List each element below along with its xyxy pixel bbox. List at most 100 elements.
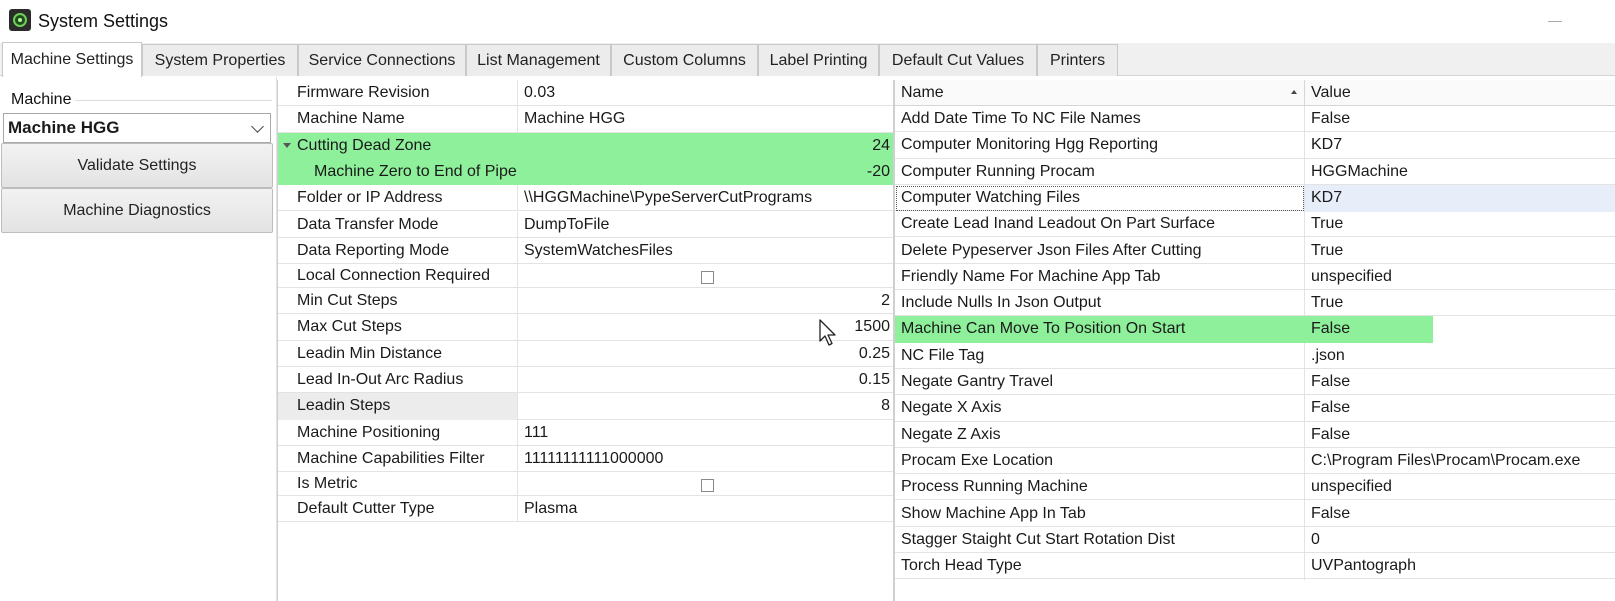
property-row[interactable]: Max Cut Steps 1500 — [278, 314, 894, 341]
property-value[interactable]: 24 — [518, 132, 894, 159]
machine-dropdown[interactable]: Machine HGG — [3, 113, 271, 143]
setting-value[interactable]: KD7 — [1305, 132, 1615, 159]
property-row[interactable]: Leadin Steps 8 — [278, 393, 894, 420]
tab-label-printing[interactable]: Label Printing — [758, 44, 879, 76]
property-name-label: Lead In-Out Arc Radius — [297, 371, 464, 388]
machine-diagnostics-button[interactable]: Machine Diagnostics — [1, 188, 273, 233]
property-name: Max Cut Steps — [278, 314, 518, 341]
property-row[interactable]: Machine Capabilities Filter 1111111111100… — [278, 445, 894, 473]
setting-value[interactable]: False — [1305, 369, 1615, 396]
property-value[interactable]: DumpToFile — [518, 212, 894, 238]
setting-value[interactable]: KD7 — [1305, 184, 1615, 212]
setting-value[interactable]: False — [1305, 501, 1615, 528]
setting-row[interactable]: Negate X Axis False — [895, 395, 1615, 423]
setting-value[interactable]: True — [1305, 238, 1615, 265]
setting-value[interactable]: C:\Program Files\Procam\Procam.exe — [1305, 448, 1615, 475]
property-row[interactable]: Cutting Dead Zone 24 — [278, 132, 894, 159]
setting-value[interactable]: False — [1305, 316, 1615, 344]
setting-row[interactable]: Friendly Name For Machine App Tab unspeci… — [895, 263, 1615, 291]
property-value[interactable]: 8 — [518, 393, 894, 419]
property-value[interactable]: \\HGGMachine\PypeServerCutPrograms — [518, 185, 894, 211]
setting-value[interactable]: True — [1305, 290, 1615, 317]
setting-row[interactable]: Delete Pypeserver Json Files After Cutti… — [895, 237, 1615, 265]
setting-row[interactable]: Computer Running Procam HGGMachine — [895, 158, 1615, 186]
property-row[interactable]: Folder or IP Address \\HGGMachine\PypeSer… — [278, 185, 894, 212]
property-value[interactable]: -20 — [518, 158, 894, 186]
property-value[interactable]: 0.03 — [518, 80, 894, 106]
property-name: Firmware Revision — [278, 80, 518, 107]
tab-machine-settings[interactable]: Machine Settings — [2, 42, 142, 77]
value-column-header[interactable]: Value — [1305, 80, 1615, 106]
property-value[interactable] — [518, 472, 894, 496]
setting-row[interactable]: Torch Head Type UVPantograph — [895, 553, 1615, 581]
setting-row[interactable]: Computer Watching Files KD7 — [895, 184, 1615, 212]
property-value[interactable]: 11111111111000000 — [518, 446, 894, 472]
property-row[interactable]: Local Connection Required — [278, 264, 894, 289]
validate-settings-button[interactable]: Validate Settings — [1, 143, 273, 188]
setting-value[interactable]: UVPantograph — [1305, 553, 1615, 580]
setting-row[interactable]: Add Date Time To NC File Names False — [895, 106, 1615, 133]
tab-printers[interactable]: Printers — [1037, 44, 1118, 76]
checkbox[interactable] — [700, 271, 714, 285]
setting-row[interactable]: Machine Can Move To Position On Start Fal… — [895, 316, 1615, 344]
minimize-button[interactable] — [1540, 6, 1570, 36]
property-value[interactable]: Plasma — [518, 496, 894, 522]
property-row[interactable]: Leadin Min Distance 0.25 — [278, 340, 894, 367]
property-row[interactable]: Min Cut Steps 2 — [278, 288, 894, 315]
setting-value[interactable]: False — [1305, 395, 1615, 422]
property-value-text: -20 — [866, 162, 890, 180]
property-name: Leadin Steps — [278, 393, 518, 420]
tab-service-connections[interactable]: Service Connections — [298, 44, 466, 76]
setting-row[interactable]: Process Running Machine unspecified — [895, 474, 1615, 502]
property-value[interactable]: 111 — [518, 420, 894, 446]
property-row[interactable]: Machine Zero to End of Pipe -20 — [278, 158, 894, 186]
property-name: Local Connection Required — [278, 264, 518, 289]
tab-list-management[interactable]: List Management — [466, 44, 611, 76]
tab-default-cut-values[interactable]: Default Cut Values — [879, 44, 1037, 76]
property-name-label: Max Cut Steps — [297, 318, 402, 336]
name-column-header[interactable]: Name — [895, 80, 1305, 106]
property-row[interactable]: Default Cutter Type Plasma — [278, 496, 894, 523]
property-row[interactable]: Is Metric — [278, 472, 894, 497]
property-name-label: Default Cutter Type — [297, 500, 435, 518]
property-value[interactable]: 2 — [518, 288, 894, 314]
setting-name: Negate Gantry Travel — [895, 369, 1305, 396]
setting-row[interactable]: Show Machine App In Tab False — [895, 500, 1615, 528]
property-value-text: \\HGGMachine\PypeServerCutPrograms — [524, 189, 813, 207]
property-row[interactable]: Data Reporting Mode SystemWatchesFiles — [278, 237, 894, 265]
property-name: Default Cutter Type — [278, 496, 518, 523]
checkbox[interactable] — [700, 479, 714, 493]
setting-value[interactable]: False — [1305, 106, 1615, 133]
expand-arrow-icon[interactable] — [283, 142, 291, 148]
setting-row[interactable]: NC File Tag .json — [895, 342, 1615, 370]
property-row[interactable]: Lead In-Out Arc Radius 0.15 — [278, 367, 894, 394]
property-value[interactable]: SystemWatchesFiles — [518, 238, 894, 264]
property-value[interactable]: 0.15 — [518, 367, 894, 393]
setting-value[interactable]: HGGMachine — [1305, 159, 1615, 186]
setting-row[interactable]: Stagger Staight Cut Start Rotation Dist 0 — [895, 526, 1615, 554]
setting-value[interactable]: unspecified — [1305, 264, 1615, 291]
tab-custom-columns[interactable]: Custom Columns — [611, 44, 758, 76]
setting-value[interactable]: 0 — [1305, 527, 1615, 554]
setting-value[interactable]: True — [1305, 211, 1615, 238]
property-row[interactable]: Data Transfer Mode DumpToFile — [278, 211, 894, 238]
setting-value[interactable]: unspecified — [1305, 474, 1615, 501]
setting-row[interactable]: Include Nulls In Json Output True — [895, 290, 1615, 318]
setting-row[interactable]: Procam Exe Location C:\Program Files\Proc… — [895, 447, 1615, 475]
property-value[interactable] — [518, 264, 894, 288]
setting-row[interactable]: Computer Monitoring Hgg Reporting KD7 — [895, 132, 1615, 160]
property-value-text: 2 — [881, 292, 890, 310]
property-value[interactable]: Machine HGG — [518, 106, 894, 132]
property-row[interactable]: Firmware Revision 0.03 — [278, 80, 894, 107]
setting-value[interactable]: .json — [1305, 343, 1615, 370]
property-row[interactable]: Machine Positioning 111 — [278, 419, 894, 446]
setting-row[interactable]: Negate Z Axis False — [895, 421, 1615, 449]
property-value-text: 11111111111000000 — [524, 449, 664, 467]
setting-row[interactable]: Negate Gantry Travel False — [895, 369, 1615, 396]
setting-value[interactable]: False — [1305, 422, 1615, 449]
tab-system-properties[interactable]: System Properties — [142, 44, 298, 76]
property-row[interactable]: Machine Name Machine HGG — [278, 106, 894, 133]
property-value-text: 8 — [881, 397, 890, 415]
setting-name: Include Nulls In Json Output — [895, 290, 1305, 318]
setting-row[interactable]: Create Lead Inand Leadout On Part Surfac… — [895, 211, 1615, 239]
